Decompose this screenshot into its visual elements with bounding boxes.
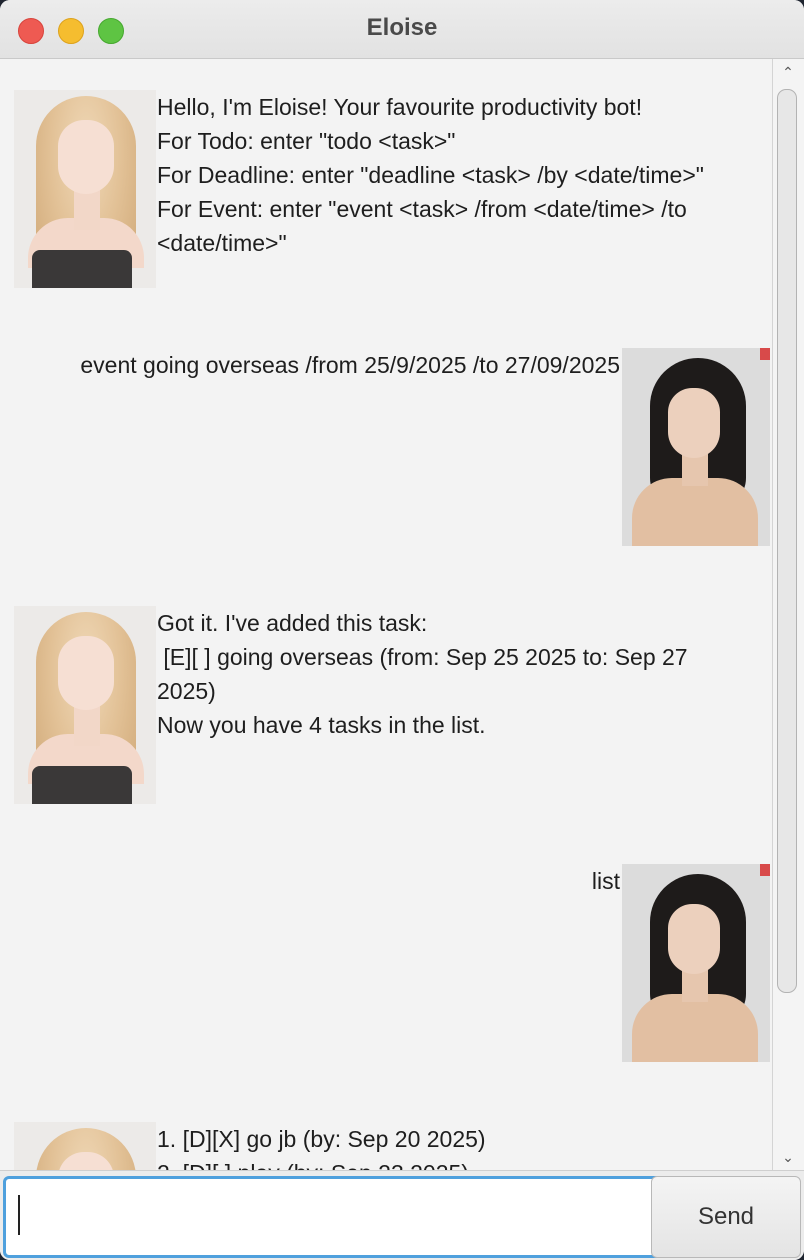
bot-message-text: 1. [D][X] go jb (by: Sep 20 2025) 2. [D]… [157,1126,486,1170]
chat-window: Eloise Hello, I'm Eloise! Your favourite… [0,0,804,1260]
send-button[interactable]: Send [651,1176,801,1258]
scroll-down-icon[interactable]: ⌄ [773,1146,803,1168]
bot-avatar [14,606,156,804]
bot-message: Hello, I'm Eloise! Your favourite produc… [14,90,764,290]
scrollbar-thumb[interactable] [777,89,797,993]
bot-message-text: Got it. I've added this task: [E][ ] goi… [157,610,688,738]
vertical-scrollbar[interactable]: ⌃ ⌄ [772,59,804,1170]
bot-avatar [14,1122,156,1170]
scroll-up-icon[interactable]: ⌃ [773,61,803,83]
text-caret [18,1195,20,1235]
dialog-container[interactable]: Hello, I'm Eloise! Your favourite produc… [0,59,772,1170]
user-message: list [0,864,770,1064]
user-message-text: event going overseas /from 25/9/2025 /to… [80,352,620,378]
bot-message: Got it. I've added this task: [E][ ] goi… [14,606,764,806]
window-title: Eloise [366,14,438,41]
user-message: event going overseas /from 25/9/2025 /to… [0,348,770,548]
user-avatar [622,864,770,1062]
bot-avatar [14,90,156,288]
bot-message: 1. [D][X] go jb (by: Sep 20 2025) 2. [D]… [14,1122,764,1170]
user-input-field[interactable] [3,1176,673,1258]
user-message-text: list [591,868,620,894]
user-avatar [622,348,770,546]
bot-message-text: Hello, I'm Eloise! Your favourite produc… [157,94,704,256]
input-bar: Send [0,1170,804,1260]
title-bar: Eloise [0,0,804,59]
